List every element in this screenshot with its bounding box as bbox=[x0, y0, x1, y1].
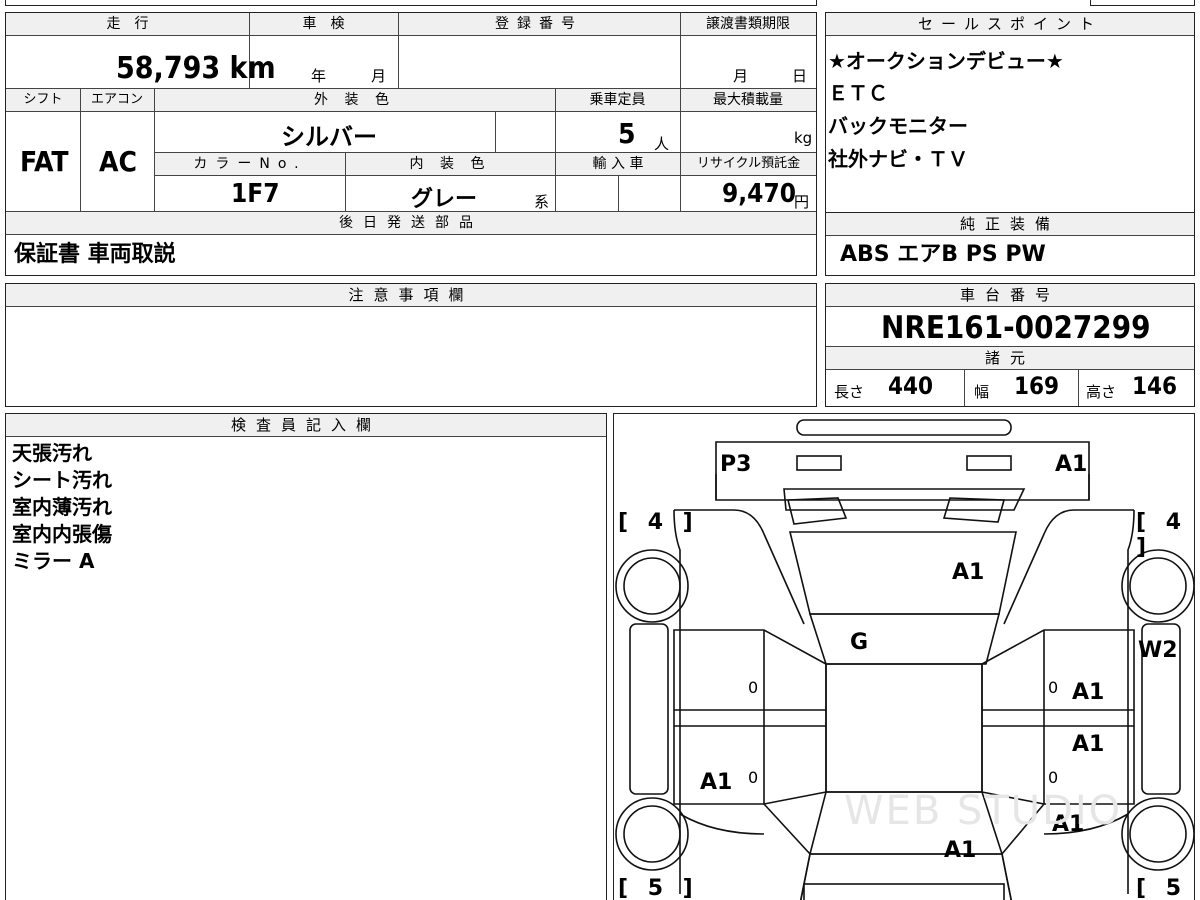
mark-hood: A1 bbox=[944, 838, 977, 863]
top-strip-right bbox=[1090, 0, 1195, 6]
inspector-line-1: 天張汚れ bbox=[12, 441, 92, 465]
standard-equipment-value: ABS エアB PS PW bbox=[840, 242, 1046, 267]
inspection-month-unit: 月 bbox=[371, 67, 387, 85]
capacity-header: 乗車定員 bbox=[555, 89, 680, 112]
max-load-unit: kg bbox=[794, 129, 813, 147]
mark-right-side-top: W2 bbox=[1138, 638, 1178, 663]
inspection-year-unit: 年 bbox=[311, 67, 327, 85]
standard-equipment-header: 純正装備 bbox=[826, 213, 1194, 236]
inspector-line-2: シート汚れ bbox=[12, 468, 112, 492]
height-value: 146 bbox=[1132, 372, 1178, 400]
inspection-header: 車 検 bbox=[249, 13, 398, 36]
mark-rear-right: A1 bbox=[1055, 452, 1088, 477]
interior-color-header: 内 装 色 bbox=[345, 153, 555, 176]
shift-value: FAT bbox=[20, 145, 69, 178]
length-label: 長さ bbox=[834, 383, 865, 401]
car-damage-diagram: P3 A1 A1 G W2 A1 A1 A1 A1 A1 0 0 0 0 [ 4… bbox=[613, 413, 1195, 900]
notes-box: 注意事項欄 bbox=[5, 283, 817, 407]
deadline-day-unit: 日 bbox=[792, 67, 808, 85]
watermark: WEB STUDIO bbox=[844, 788, 1123, 834]
tire-rear-right: [ 5 ] bbox=[1136, 876, 1188, 900]
sales-points-header: セールスポイント bbox=[826, 13, 1194, 36]
exterior-color-header: 外 装 色 bbox=[154, 89, 555, 112]
specs-header: 諸元 bbox=[826, 347, 1194, 370]
mark-glass: G bbox=[850, 630, 869, 655]
import-header: 輸 入 車 bbox=[556, 153, 680, 176]
aircon-value: AC bbox=[99, 145, 137, 178]
mark-left-door-rear: A1 bbox=[700, 770, 733, 795]
sales-point-1: ★オークションデビュー★ bbox=[828, 49, 1064, 73]
recycle-value: 9,470 bbox=[722, 179, 796, 209]
interior-color-suffix: 系 bbox=[534, 193, 550, 211]
deadline-month-unit: 月 bbox=[733, 67, 749, 85]
recycle-header: リサイクル預託金 bbox=[681, 153, 816, 176]
mark-zero-4: 0 bbox=[1048, 768, 1059, 787]
registration-header: 登録番号 bbox=[398, 13, 680, 36]
transfer-deadline-header: 譲渡書類期限 bbox=[680, 13, 816, 36]
mileage-header: 走 行 bbox=[6, 13, 249, 36]
width-value: 169 bbox=[1014, 372, 1060, 400]
inspector-line-3: 室内薄汚れ bbox=[12, 495, 112, 519]
vehicle-info-grid: 走 行 車 検 登録番号 譲渡書類期限 58,793 km 年 月 月 日 シフ… bbox=[5, 12, 817, 276]
sales-points-box: セールスポイント ★オークションデビュー★ ＥＴＣ バックモニター 社外ナビ・Ｔ… bbox=[825, 12, 1195, 213]
chassis-number: NRE161-0027299 bbox=[881, 310, 1151, 346]
tire-front-left: [ 4 ] bbox=[618, 510, 699, 535]
mark-zero-1: 0 bbox=[748, 678, 759, 697]
mark-zero-2: 0 bbox=[1048, 678, 1059, 697]
standard-equipment-box: 純正装備 ABS エアB PS PW bbox=[825, 212, 1195, 276]
exterior-color-value: シルバー bbox=[281, 123, 377, 151]
sales-point-4: 社外ナビ・ＴＶ bbox=[828, 147, 968, 171]
sales-point-2: ＥＴＣ bbox=[828, 81, 888, 105]
later-parts-value: 保証書 車両取説 bbox=[14, 242, 176, 267]
inspector-line-4: 室内内張傷 bbox=[12, 522, 112, 546]
interior-color-value: グレー bbox=[411, 187, 478, 212]
tire-front-right: [ 4 ] bbox=[1136, 510, 1188, 560]
recycle-unit: 円 bbox=[794, 193, 810, 211]
chassis-box: 車台番号 NRE161-0027299 諸元 長さ 440 幅 169 高さ 1… bbox=[825, 283, 1195, 407]
sales-point-3: バックモニター bbox=[828, 114, 968, 138]
capacity-unit: 人 bbox=[654, 135, 670, 153]
later-parts-header: 後日発送部品 bbox=[6, 212, 816, 235]
max-load-header: 最大積載量 bbox=[680, 89, 816, 112]
color-no-value: 1F7 bbox=[231, 179, 280, 209]
capacity-value: 5 bbox=[618, 117, 636, 150]
tire-rear-left: [ 5 ] bbox=[618, 876, 699, 900]
height-label: 高さ bbox=[1086, 383, 1117, 401]
inspector-line-5: ミラー A bbox=[12, 549, 95, 573]
notes-header: 注意事項欄 bbox=[6, 284, 816, 307]
mark-trunk: A1 bbox=[952, 560, 985, 585]
length-value: 440 bbox=[888, 372, 934, 400]
width-label: 幅 bbox=[974, 383, 990, 401]
aircon-header: エアコン bbox=[80, 89, 154, 112]
inspector-box: 検査員記入欄 天張汚れ シート汚れ 室内薄汚れ 室内内張傷 ミラー A bbox=[5, 413, 607, 900]
mark-right-door-rear: A1 bbox=[1072, 732, 1105, 757]
chassis-header: 車台番号 bbox=[826, 284, 1194, 307]
shift-header: シフト bbox=[6, 89, 80, 112]
mark-zero-3: 0 bbox=[748, 768, 759, 787]
mileage-value: 58,793 km bbox=[116, 51, 276, 86]
top-strip bbox=[5, 0, 817, 6]
inspector-header: 検査員記入欄 bbox=[6, 414, 606, 437]
mark-rear-left: P3 bbox=[720, 452, 752, 477]
color-no-header: カラーNo. bbox=[155, 153, 345, 176]
mark-right-door-front: A1 bbox=[1072, 680, 1105, 705]
